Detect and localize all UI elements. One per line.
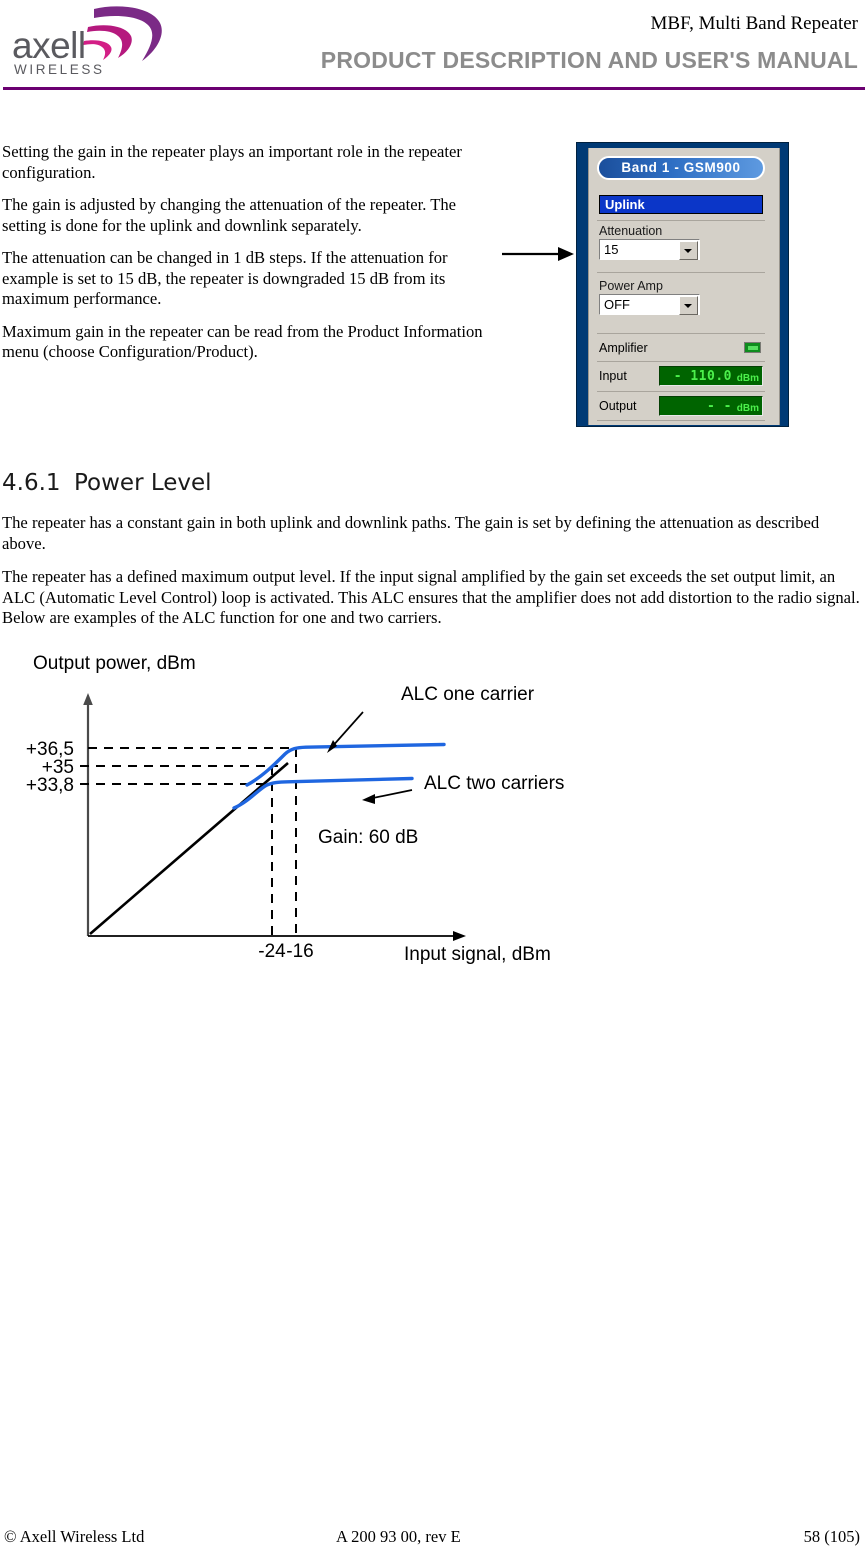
repeater-band-panel-screenshot: Band 1 - GSM900 Uplink Attenuation 15 Po… bbox=[576, 142, 789, 427]
amplifier-status-led-icon bbox=[744, 342, 761, 353]
header-document-title: MBF, Multi Band Repeater bbox=[650, 13, 858, 34]
pointer-arrow-icon bbox=[502, 247, 574, 261]
power-amp-select[interactable]: OFF bbox=[599, 294, 700, 315]
panel-separator bbox=[597, 361, 765, 362]
attenuation-label: Attenuation bbox=[599, 224, 663, 238]
chart-guide-lines-vertical bbox=[271, 748, 297, 936]
chart-x-axis-label: Input signal, dBm bbox=[404, 944, 551, 965]
output-label: Output bbox=[599, 399, 637, 413]
attenuation-select[interactable]: 15 bbox=[599, 239, 700, 260]
intro-paragraph-4: Maximum gain in the repeater can be read… bbox=[2, 321, 483, 362]
chart-axes bbox=[83, 693, 466, 941]
chart-x-tick-2: -16 bbox=[286, 941, 313, 962]
panel-inner-surface: Band 1 - GSM900 Uplink Attenuation 15 Po… bbox=[588, 148, 780, 425]
intro-text-column: Setting the gain in the repeater plays a… bbox=[2, 142, 485, 375]
page-footer: © Axell Wireless Ltd A 200 93 00, rev E … bbox=[0, 1527, 868, 1551]
input-meter-row: Input - 110.0 dBm bbox=[599, 366, 763, 388]
output-value: - - bbox=[707, 399, 732, 414]
chart-guide-lines-horizontal bbox=[80, 747, 296, 785]
chart-annotation-one-carrier: ALC one carrier bbox=[327, 684, 535, 753]
section-paragraph-2: The repeater has a defined maximum outpu… bbox=[2, 567, 860, 627]
section-number: 4.6.1 bbox=[2, 470, 61, 496]
footer-copyright: © Axell Wireless Ltd bbox=[4, 1527, 145, 1546]
power-amp-field: Power Amp OFF bbox=[599, 279, 763, 315]
chart-x-tick-1: -24 bbox=[258, 941, 286, 962]
chart-y-tick-3: +33,8 bbox=[26, 775, 74, 796]
chart-y-axis-label: Output power, dBm bbox=[33, 653, 196, 674]
input-lcd-display: - 110.0 dBm bbox=[659, 366, 763, 386]
header-manual-title: PRODUCT DESCRIPTION AND USER'S MANUAL bbox=[320, 47, 858, 73]
panel-separator bbox=[597, 391, 765, 392]
section-body-text: The repeater has a constant gain in both… bbox=[2, 513, 860, 642]
panel-separator bbox=[597, 272, 765, 273]
output-unit: dBm bbox=[736, 403, 759, 414]
power-amp-value: OFF bbox=[604, 297, 630, 312]
input-unit: dBm bbox=[736, 373, 759, 384]
section-title: Power Level bbox=[74, 470, 212, 496]
panel-separator bbox=[597, 420, 765, 421]
chart-annotation-label-gain: Gain: 60 dB bbox=[318, 827, 418, 848]
logo-tagline: WIRELESS bbox=[14, 62, 105, 77]
intro-paragraph-2: The gain is adjusted by changing the att… bbox=[2, 195, 457, 235]
chevron-down-icon[interactable] bbox=[679, 296, 698, 315]
uplink-section-header: Uplink bbox=[599, 195, 763, 214]
input-label: Input bbox=[599, 369, 627, 383]
band-title-badge: Band 1 - GSM900 bbox=[597, 156, 765, 180]
chart-annotation-label-one-carrier: ALC one carrier bbox=[401, 684, 535, 705]
panel-separator bbox=[597, 333, 765, 334]
chevron-down-icon[interactable] bbox=[679, 241, 698, 260]
amplifier-status-row: Amplifier bbox=[599, 340, 763, 357]
intro-paragraph-3: The attenuation can be changed in 1 dB s… bbox=[2, 248, 448, 308]
section-heading: 4.6.1 Power Level bbox=[2, 470, 212, 496]
header-divider bbox=[3, 87, 865, 90]
input-value: - 110.0 bbox=[673, 369, 732, 384]
page-header: axell WIRELESS MBF, Multi Band Repeater … bbox=[0, 0, 868, 92]
chart-annotation-label-two-carriers: ALC two carriers bbox=[424, 773, 564, 794]
panel-separator bbox=[597, 220, 765, 221]
attenuation-field: Attenuation 15 bbox=[599, 224, 763, 260]
output-meter-row: Output - - dBm bbox=[599, 396, 763, 418]
power-amp-label: Power Amp bbox=[599, 279, 663, 293]
axell-wireless-logo: axell WIRELESS bbox=[8, 5, 168, 83]
output-lcd-display: - - dBm bbox=[659, 396, 763, 416]
logo-wordmark: axell bbox=[12, 25, 86, 66]
footer-page-number: 58 (105) bbox=[803, 1527, 860, 1546]
chart-series-linear-gain bbox=[89, 762, 289, 935]
intro-paragraph-1: Setting the gain in the repeater plays a… bbox=[2, 142, 462, 182]
chart-series-alc-two-carriers bbox=[232, 776, 414, 810]
amplifier-label: Amplifier bbox=[599, 341, 648, 355]
alc-response-chart: Output power, dBm +36,5 +35 +33,8 -24 -1… bbox=[26, 653, 565, 965]
attenuation-value: 15 bbox=[604, 242, 619, 257]
section-paragraph-1: The repeater has a constant gain in both… bbox=[2, 513, 820, 553]
footer-document-code: A 200 93 00, rev E bbox=[336, 1527, 461, 1546]
